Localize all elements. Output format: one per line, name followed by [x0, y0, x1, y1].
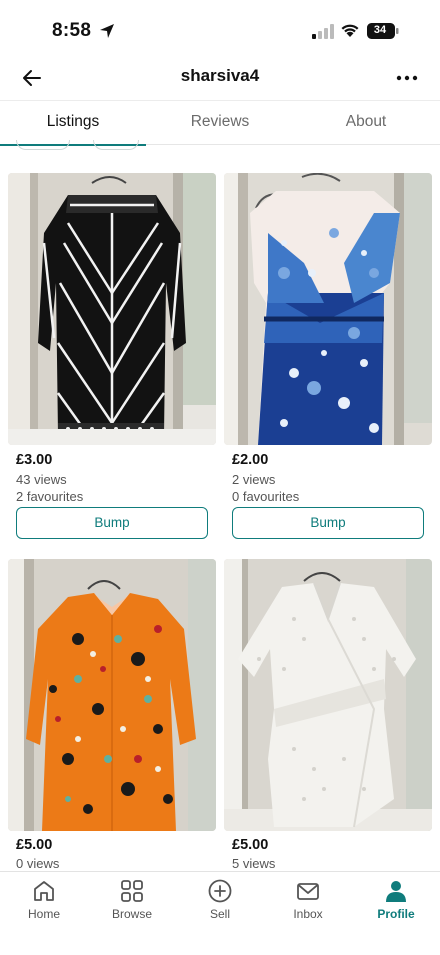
tab-label: About — [345, 113, 387, 130]
filter-chip[interactable] — [93, 140, 139, 150]
nav-label: Sell — [209, 907, 230, 921]
bottom-navigation: Home Browse Sell Inbox Profile — [0, 871, 440, 955]
listing-photo[interactable] — [224, 559, 432, 831]
tab-label: Listings — [46, 113, 100, 130]
bump-button[interactable]: Bump — [232, 507, 424, 539]
listing-views: 2 views — [232, 472, 276, 487]
nav-label: Browse — [111, 907, 152, 921]
wifi-icon — [341, 24, 359, 37]
listing-card[interactable]: £5.00 5 views — [224, 559, 432, 871]
listing-price: £3.00 — [16, 452, 53, 468]
listing-photo[interactable] — [8, 173, 216, 445]
battery-level: 34 — [373, 24, 387, 36]
nav-label: Home — [27, 907, 60, 921]
page-title: sharsiva4 — [180, 66, 260, 85]
profile-tabs: Listings Reviews About — [0, 100, 440, 146]
nav-sell[interactable]: Sell — [176, 872, 264, 932]
cellular-signal-icon — [312, 24, 334, 39]
listing-favourites: 2 favourites — [16, 489, 84, 504]
tab-label: Reviews — [190, 113, 250, 130]
listing-price: £2.00 — [232, 452, 269, 468]
dress-image — [224, 559, 432, 831]
tab-reviews[interactable]: Reviews — [147, 101, 293, 145]
dress-image — [8, 559, 216, 831]
home-icon — [34, 881, 54, 901]
tab-listings[interactable]: Listings — [0, 101, 146, 146]
status-time: 8:58 — [52, 20, 92, 41]
dress-image — [224, 173, 432, 445]
nav-home[interactable]: Home — [0, 872, 88, 932]
plus-circle-icon — [208, 879, 232, 903]
listing-views: 43 views — [16, 472, 67, 487]
listing-card[interactable]: £3.00 43 views 2 favourites Bump — [8, 173, 216, 543]
bump-button[interactable]: Bump — [16, 507, 208, 539]
tab-about[interactable]: About — [293, 101, 439, 145]
header: sharsiva4 — [0, 58, 440, 100]
person-icon — [386, 881, 406, 902]
listing-photo[interactable] — [224, 173, 432, 445]
mail-icon — [297, 883, 319, 900]
grid-icon — [121, 880, 143, 902]
listing-views: 5 views — [232, 856, 276, 871]
nav-browse[interactable]: Browse — [88, 872, 176, 932]
nav-profile[interactable]: Profile — [352, 872, 440, 932]
listing-price: £5.00 — [232, 837, 269, 853]
listing-card[interactable]: £2.00 2 views 0 favourites Bump — [224, 173, 432, 543]
listing-photo[interactable] — [8, 559, 216, 831]
nav-inbox[interactable]: Inbox — [264, 872, 352, 932]
status-bar: 8:58 34 — [0, 0, 440, 58]
listing-views: 0 views — [16, 856, 60, 871]
listing-price: £5.00 — [16, 837, 53, 853]
listing-favourites: 0 favourites — [232, 489, 300, 504]
more-options-icon[interactable] — [394, 68, 420, 88]
listing-card[interactable]: £5.00 0 views — [8, 559, 216, 871]
location-arrow-icon — [100, 24, 114, 38]
filter-chip[interactable] — [16, 140, 70, 150]
dress-image — [8, 173, 216, 445]
nav-label: Profile — [377, 907, 415, 921]
nav-label: Inbox — [293, 907, 323, 921]
